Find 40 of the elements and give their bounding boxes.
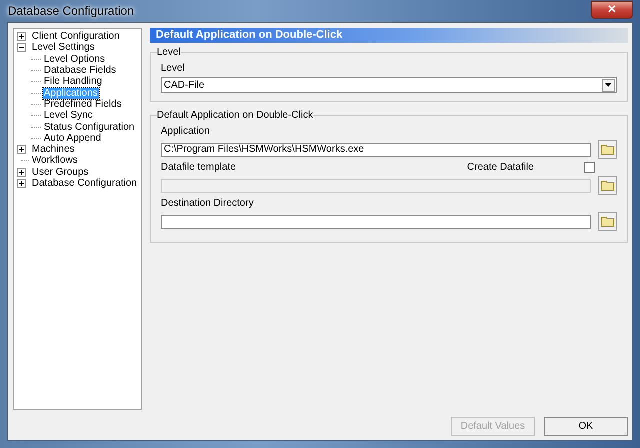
expand-icon[interactable] [17, 168, 26, 177]
tree-item[interactable]: Level Sync [43, 110, 94, 122]
tree-item[interactable]: Workflows [31, 155, 79, 166]
tree-item[interactable]: File Handling [43, 76, 104, 88]
expand-icon[interactable] [17, 32, 26, 42]
field-label: Destination Directory [161, 198, 255, 209]
level-dropdown[interactable]: CAD-File [161, 77, 617, 93]
tree-item[interactable]: Auto Append [43, 132, 102, 144]
folder-icon [600, 180, 614, 191]
path-field[interactable]: C:\Program Files\HSMWorks\HSMWorks.exe [161, 142, 591, 156]
tree-item[interactable]: Machines [31, 144, 76, 156]
panel-header: Default Application on Double-Click [150, 28, 628, 43]
path-field[interactable] [161, 214, 591, 228]
caret-icon [605, 83, 612, 87]
expand-icon[interactable] [17, 145, 26, 154]
tree-item[interactable]: Level Settings [31, 42, 96, 54]
tree-item[interactable]: Status Configuration [43, 122, 136, 133]
window-title: Database Configuration [7, 4, 134, 18]
field-label: Datafile template [161, 162, 236, 173]
collapse-icon[interactable] [17, 43, 26, 52]
folder-icon [600, 216, 614, 227]
browse-button[interactable] [598, 176, 617, 195]
tree-item[interactable]: Client Configuration [31, 31, 121, 42]
field-label: Level [161, 63, 186, 74]
tree-item[interactable]: Predefined Fields [43, 98, 123, 110]
folder-icon [600, 144, 614, 155]
browse-button[interactable] [598, 140, 617, 159]
checkbox-label: Create Datafile [467, 162, 534, 173]
expand-icon[interactable] [17, 179, 26, 188]
browse-button[interactable] [598, 212, 617, 231]
dialog-button[interactable]: OK [544, 417, 628, 436]
tree-item[interactable]: Level Options [43, 54, 106, 65]
tree-item[interactable]: User Groups [31, 166, 90, 178]
field-label: Application [161, 126, 211, 137]
tree-item[interactable]: Database Configuration [31, 178, 138, 189]
group-legend: Level [157, 47, 181, 58]
group-legend: Default Application on Double-Click [157, 110, 314, 121]
tree-item[interactable]: Database Fields [43, 65, 118, 76]
close-button[interactable]: ✕ [591, 0, 633, 18]
checkbox[interactable] [584, 162, 595, 173]
